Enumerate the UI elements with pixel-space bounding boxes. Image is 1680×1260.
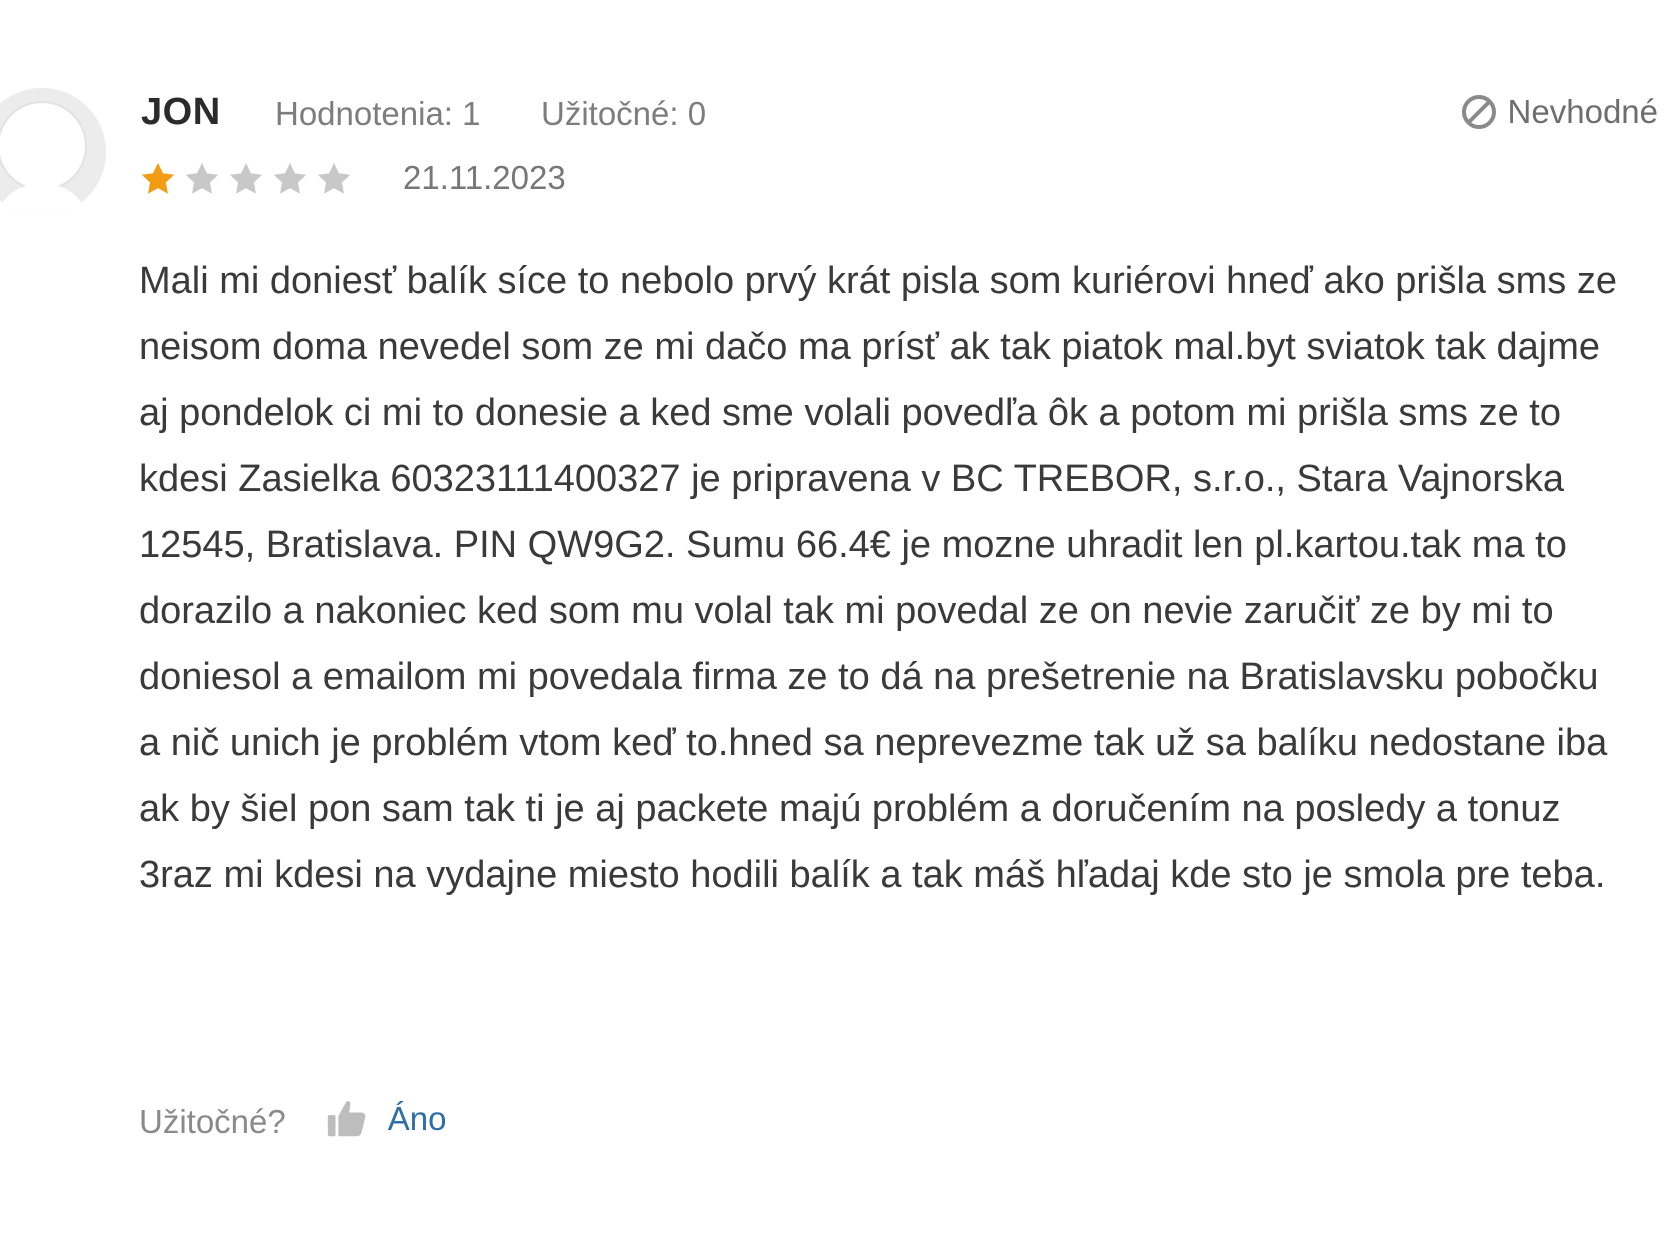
useful-yes-label: Áno (387, 1100, 447, 1137)
useful-yes-button[interactable]: Áno (324, 1096, 447, 1142)
review-text: Mali mi doniesť balík síce to nebolo prv… (139, 260, 1617, 896)
thumbs-up-icon (327, 1101, 366, 1137)
star-rating (139, 160, 353, 198)
review-author: JON (141, 91, 221, 133)
author-ratings-count: Hodnotenia: 1 (275, 95, 481, 132)
report-label: Nevhodné (1507, 93, 1658, 130)
prohibited-circle-icon (1461, 95, 1496, 129)
user-silhouette-icon (0, 88, 106, 216)
star-empty-icon (273, 162, 307, 194)
star-filled-icon (141, 162, 175, 194)
star-empty-icon (185, 162, 219, 194)
star-empty-icon (317, 162, 351, 194)
review-card: JON Hodnotenia: 1 Užitočné: 0 Nevhodné 2… (0, 0, 1680, 1260)
report-inappropriate-button[interactable]: Nevhodné (1460, 90, 1658, 134)
avatar (0, 88, 106, 216)
star-empty-icon (229, 162, 263, 194)
useful-question: Užitočné? (139, 1103, 286, 1140)
useful-vote-row: Užitočné? Áno (139, 1094, 446, 1144)
author-useful-count: Užitočné: 0 (541, 95, 707, 132)
review-date: 21.11.2023 (403, 159, 566, 196)
